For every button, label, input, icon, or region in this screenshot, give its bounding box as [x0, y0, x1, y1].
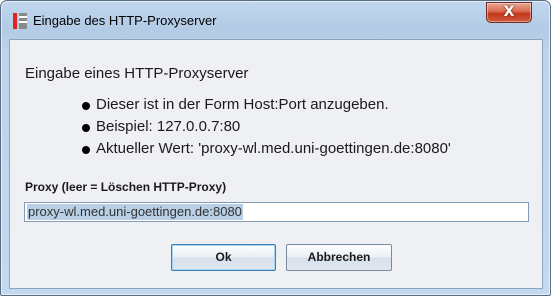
proxy-field-label: Proxy (leer = Löschen HTTP-Proxy): [25, 180, 227, 194]
bullet-icon: [82, 124, 90, 132]
dialog-heading: Eingabe eines HTTP-Proxyserver: [25, 65, 249, 82]
info-list: Dieser ist in der Form Host:Port anzugeb…: [82, 94, 451, 160]
cancel-button[interactable]: Abbrechen: [286, 244, 392, 271]
ok-button[interactable]: Ok: [171, 244, 276, 271]
info-text-current: Aktueller Wert: 'proxy-wl.med.uni-goetti…: [96, 140, 451, 157]
proxy-input[interactable]: proxy-wl.med.uni-goettingen.de:8080: [24, 202, 529, 222]
window-title: Eingabe des HTTP-Proxyserver: [33, 13, 217, 28]
title-bar[interactable]: Eingabe des HTTP-Proxyserver X: [1, 1, 550, 39]
info-item-example: Beispiel: 127.0.0.7:80: [82, 116, 451, 138]
info-text-format: Dieser ist in der Form Host:Port anzugeb…: [96, 96, 389, 113]
info-item-current: Aktueller Wert: 'proxy-wl.med.uni-goetti…: [82, 138, 451, 160]
info-text-example: Beispiel: 127.0.0.7:80: [96, 118, 241, 135]
close-button[interactable]: X: [486, 2, 532, 23]
bullet-icon: [82, 146, 90, 154]
proxy-input-value: proxy-wl.med.uni-goettingen.de:8080: [27, 204, 243, 220]
java-app-icon: [13, 13, 27, 29]
bullet-icon: [82, 102, 90, 110]
info-item-format: Dieser ist in der Form Host:Port anzugeb…: [82, 94, 451, 116]
